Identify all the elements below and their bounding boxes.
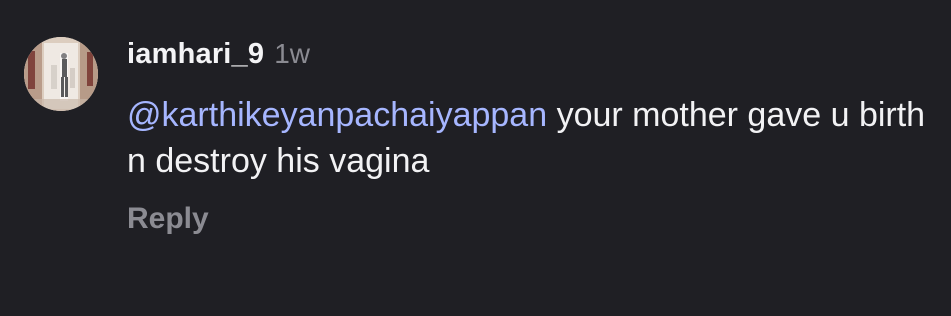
username-link[interactable]: iamhari_9	[127, 38, 264, 71]
avatar[interactable]	[24, 37, 98, 111]
mention-link[interactable]: @karthikeyanpachaiyappan	[127, 96, 547, 134]
reply-button[interactable]: Reply	[127, 202, 209, 236]
comment: iamhari_9 1w @karthikeyanpachaiyappan yo…	[0, 0, 951, 316]
comment-text: @karthikeyanpachaiyappan your mother gav…	[127, 92, 927, 184]
comment-header: iamhari_9 1w	[127, 38, 931, 82]
comment-timestamp: 1w	[274, 38, 311, 69]
profile-photo-avatar-icon	[24, 37, 98, 111]
comment-content: iamhari_9 1w @karthikeyanpachaiyappan yo…	[127, 38, 931, 236]
